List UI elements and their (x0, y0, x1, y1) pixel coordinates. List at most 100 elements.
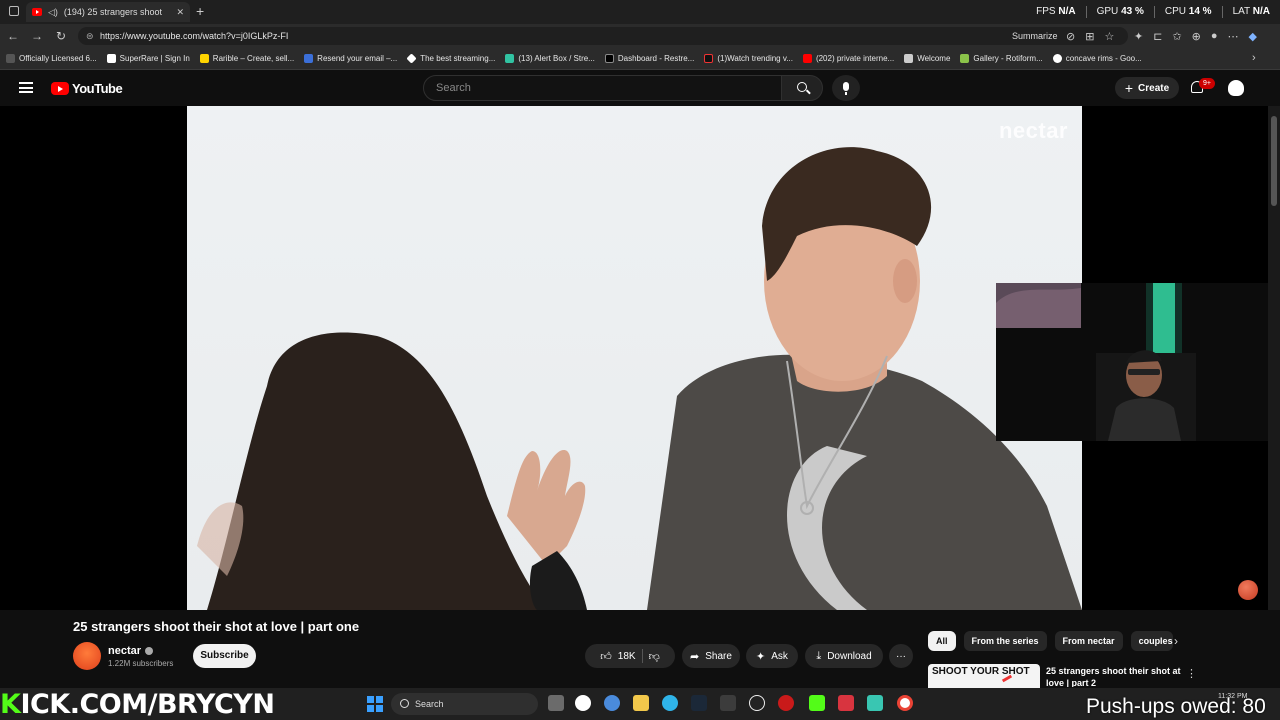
bookmark-item[interactable]: Dashboard - Restre... (604, 54, 694, 63)
favorite-star-icon[interactable]: ☆ (1104, 30, 1114, 43)
split-screen-icon[interactable]: ⊏ (1153, 30, 1162, 43)
download-button[interactable]: ⤓ Download (805, 644, 883, 668)
more-menu-icon[interactable]: ⋯ (1228, 30, 1239, 43)
chat-app-icon[interactable] (867, 695, 883, 711)
youtube-favicon-icon (32, 8, 42, 16)
monitor-app-icon[interactable] (720, 695, 736, 711)
video-content-image (197, 147, 1082, 610)
chip-all[interactable]: All (928, 631, 956, 651)
site-info-icon[interactable]: ⊜ (86, 27, 94, 45)
tab-close-icon[interactable]: ✕ (176, 7, 184, 18)
tiktok-icon (704, 54, 714, 63)
chip-couples[interactable]: couples (1130, 631, 1173, 651)
subscribe-button[interactable]: Subscribe (193, 644, 256, 668)
chips-next-chevron-icon[interactable]: › (1174, 634, 1178, 648)
back-arrow-icon[interactable]: ← (6, 29, 20, 43)
new-tab-button[interactable]: + (196, 3, 204, 19)
share-button[interactable]: ➦ Share (682, 644, 740, 668)
bookmark-item[interactable]: SuperRare | Sign In (106, 54, 190, 63)
bookmark-item[interactable]: The best streaming... (406, 53, 495, 64)
bookmark-item[interactable]: (13) Alert Box / Stre... (505, 54, 595, 63)
perf-lat: LAT N/A (1232, 6, 1270, 17)
ask-button[interactable]: ✦ Ask (746, 644, 798, 668)
copilot-icon[interactable]: ◆ (1249, 30, 1257, 43)
read-aloud-icon[interactable]: ⊘ (1066, 30, 1075, 43)
summarize-button[interactable]: Summarize (1012, 31, 1058, 41)
bookmark-item[interactable]: Resend your email –... (304, 54, 397, 63)
verified-check-icon (145, 647, 154, 655)
chip-from-the-series[interactable]: From the series (963, 631, 1047, 651)
bookmarks-overflow-chevron-icon[interactable]: › (1252, 52, 1256, 64)
red-app-icon[interactable] (778, 695, 794, 711)
bookmark-favicon-icon (604, 54, 614, 63)
youtube-logo[interactable]: YouTube (51, 81, 123, 96)
account-avatar[interactable] (1228, 80, 1244, 96)
bookmark-item[interactable]: concave rims - Goo... (1052, 54, 1142, 63)
recommended-video-thumbnail[interactable]: SHOOT YOUR SHOT (928, 664, 1040, 688)
search-input[interactable]: Search (423, 75, 782, 101)
extensions-icon[interactable]: ✦ (1134, 30, 1143, 43)
taskbar-search[interactable]: Search (391, 693, 538, 715)
favorites-icon[interactable]: ✩ (1172, 30, 1181, 43)
channel-name[interactable]: nectar (108, 645, 154, 657)
bookmarks-bar: Officially Licensed 6... SuperRare | Sig… (0, 48, 1280, 70)
perf-fps: FPS N/A (1036, 6, 1076, 17)
mixer-app-icon[interactable] (838, 695, 854, 711)
forward-arrow-icon[interactable]: → (30, 29, 44, 43)
bookmark-item[interactable]: Gallery - Rotiform... (960, 54, 1043, 63)
task-view-icon[interactable] (548, 695, 564, 711)
steam-app-icon[interactable] (691, 695, 707, 711)
bookmark-favicon-icon (106, 54, 116, 63)
bookmark-favicon-icon (199, 54, 209, 63)
browser-tab-active[interactable]: ◁) (194) 25 strangers shoot their shot a… (26, 2, 190, 22)
reload-icon[interactable]: ↻ (54, 29, 68, 43)
create-button[interactable]: + Create (1115, 77, 1179, 99)
windows-start-icon[interactable] (367, 696, 383, 712)
search-button[interactable] (781, 75, 823, 101)
app-icon[interactable] (749, 695, 765, 711)
video-player[interactable]: nectar (0, 106, 1280, 610)
bookmark-item[interactable]: Welcome (904, 54, 950, 63)
bookmark-item[interactable]: (1)Watch trending v... (704, 54, 793, 63)
chrome-active-icon[interactable] (897, 695, 913, 711)
youtube-favicon-icon (802, 54, 812, 63)
chrome-app-icon[interactable] (575, 695, 591, 711)
menu-icon[interactable] (19, 82, 33, 93)
chip-from-nectar[interactable]: From nectar (1054, 631, 1123, 651)
tab-actions-icon[interactable] (9, 6, 19, 16)
page-scrollbar[interactable] (1268, 106, 1280, 610)
file-explorer-icon[interactable] (633, 695, 649, 711)
bookmark-item[interactable]: (202) private interne... (802, 54, 894, 63)
channel-avatar[interactable] (73, 642, 101, 670)
kick-channel-overlay: KICK.COM/BRYCYN (0, 689, 275, 720)
speaker-icon[interactable]: ◁) (48, 7, 58, 18)
search-icon (797, 82, 807, 92)
thumbs-down-icon[interactable]: 👎︎ (649, 650, 660, 663)
edge-app-icon[interactable] (662, 695, 678, 711)
bookmark-item[interactable]: Rarible – Create, sell... (199, 54, 294, 63)
bookmark-favicon-icon (960, 54, 970, 63)
like-count[interactable]: 18K (618, 651, 636, 662)
more-actions-button[interactable]: ··· (889, 644, 913, 668)
browser-tab-bar: ◁) (194) 25 strangers shoot their shot a… (0, 0, 1280, 24)
youtube-play-icon (51, 82, 69, 95)
recommended-more-icon[interactable]: ⋮ (1186, 667, 1197, 680)
url-field[interactable]: ⊜ https://www.youtube.com/watch?v=j0IGLk… (78, 27, 1128, 45)
profile-icon[interactable]: ● (1211, 30, 1218, 43)
bookmark-favicon-icon (304, 54, 314, 63)
taskbar-clock[interactable]: 11:32 PM (1218, 693, 1247, 700)
voice-search-button[interactable] (832, 75, 860, 101)
recommended-video-title[interactable]: 25 strangers shoot their shot at love | … (1046, 665, 1182, 687)
settings-app-icon[interactable] (604, 695, 620, 711)
filter-chips: All From the series From nectar couples (928, 631, 1173, 651)
download-icon: ⤓ (816, 649, 822, 662)
thumbs-up-icon[interactable]: 👍︎ (600, 650, 612, 663)
collections-icon[interactable]: ⊕ (1192, 30, 1201, 43)
kick-app-icon[interactable] (809, 695, 825, 711)
sparkle-icon: ✦ (756, 650, 766, 663)
video-frame[interactable]: nectar (187, 106, 1082, 610)
scrollbar-thumb[interactable] (1271, 116, 1277, 206)
bookmark-item[interactable]: Officially Licensed 6... (6, 54, 97, 63)
webcam-feed-image (996, 283, 1196, 441)
app-icon[interactable]: ⊞ (1085, 30, 1094, 43)
